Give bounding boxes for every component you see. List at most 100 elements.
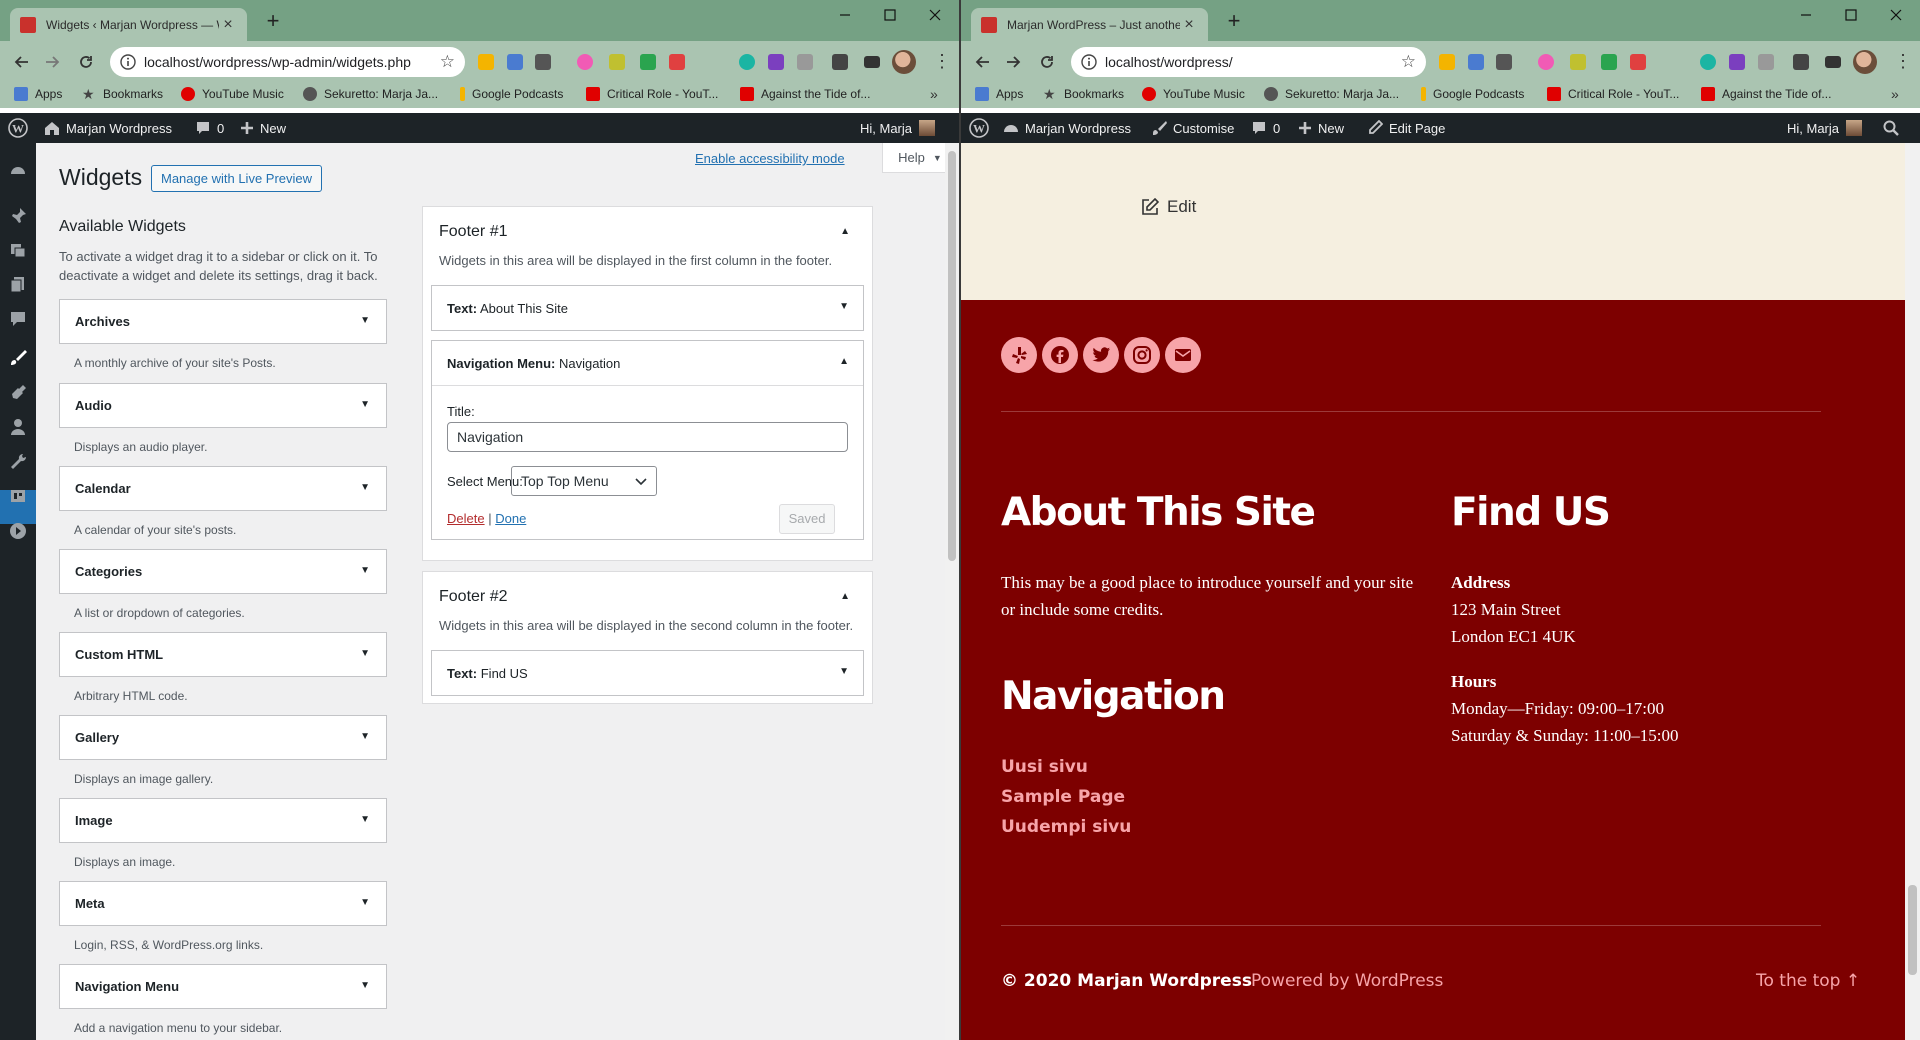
bookmark-sekuretto[interactable]: Sekuretto: Marja Ja... (303, 87, 438, 101)
admin-comments[interactable]: 0 (1251, 113, 1280, 143)
bookmark-bookmarks[interactable]: ★ Bookmarks (1043, 87, 1124, 101)
widget-archives[interactable]: Archives ▼ (59, 299, 387, 344)
extension-icon[interactable] (609, 54, 625, 70)
wp-logo-icon[interactable]: W (8, 113, 28, 143)
tools-wrench-icon[interactable] (9, 453, 27, 471)
caret-down-icon[interactable]: ▼ (360, 897, 370, 908)
widget-header[interactable]: Text: Find US ▼ (432, 651, 863, 695)
comments-icon[interactable] (9, 310, 27, 328)
puzzle-icon[interactable] (1793, 54, 1809, 70)
admin-account[interactable]: Hi, Marja (860, 113, 936, 143)
page-scrollbar[interactable] (1905, 143, 1920, 1040)
to-the-top-link[interactable]: To the top ↑ (1756, 971, 1860, 991)
nav-link-sample-page[interactable]: Sample Page (1001, 787, 1125, 807)
bookmark-star-icon[interactable]: ☆ (1401, 53, 1416, 71)
extension-icon[interactable] (797, 54, 813, 70)
caret-down-icon[interactable]: ▼ (360, 315, 370, 326)
extension-icon[interactable] (507, 54, 523, 70)
nav-link-uusi-sivu[interactable]: Uusi sivu (1001, 757, 1088, 777)
close-tab-icon[interactable]: × (219, 16, 237, 34)
widget-audio[interactable]: Audio ▼ (59, 383, 387, 428)
manage-live-preview-button[interactable]: Manage with Live Preview (151, 165, 323, 192)
extension-icon[interactable] (1538, 54, 1554, 70)
playlist-icon[interactable] (864, 56, 880, 68)
puzzle-icon[interactable] (832, 54, 848, 70)
extension-icon[interactable] (1601, 54, 1617, 70)
admin-search-icon[interactable] (1883, 113, 1899, 143)
bookmark-against-the-tide[interactable]: Against the Tide of... (740, 87, 870, 101)
close-tab-icon[interactable]: × (1180, 16, 1198, 34)
widget-navigation-menu[interactable]: Navigation Menu ▼ (59, 964, 387, 1009)
back-icon[interactable] (971, 50, 995, 74)
collapse-menu-icon[interactable] (9, 522, 27, 540)
bookmark-apps[interactable]: Apps (975, 87, 1023, 101)
select-menu-dropdown[interactable]: Top Top Menu (511, 466, 657, 496)
appearance-brush-icon[interactable] (9, 349, 27, 367)
title-input[interactable]: Navigation (447, 422, 848, 452)
forward-icon[interactable] (40, 50, 64, 74)
more-bookmarks-icon[interactable]: » (930, 86, 938, 102)
info-icon[interactable] (1081, 54, 1097, 70)
admin-new[interactable]: New (1298, 113, 1344, 143)
extension-icon[interactable] (535, 54, 551, 70)
extension-icon[interactable] (1729, 54, 1745, 70)
bookmark-star-icon[interactable]: ☆ (440, 53, 455, 71)
caret-down-icon[interactable]: ▼ (360, 399, 370, 410)
caret-down-icon[interactable]: ▼ (360, 814, 370, 825)
done-link[interactable]: Done (495, 511, 526, 526)
reload-icon[interactable] (1035, 50, 1059, 74)
caret-down-icon[interactable]: ▼ (360, 731, 370, 742)
bookmark-google-podcasts[interactable]: Google Podcasts (1421, 87, 1524, 101)
minimize-icon[interactable] (823, 0, 867, 30)
twitter-icon[interactable] (1083, 337, 1119, 373)
extension-icon[interactable] (739, 54, 755, 70)
extension-icon[interactable] (1758, 54, 1774, 70)
browser-tab[interactable]: Marjan WordPress – Just another WordPres… (971, 8, 1208, 41)
new-tab-icon[interactable]: + (262, 10, 284, 33)
extension-icon[interactable] (669, 54, 685, 70)
caret-down-icon[interactable]: ▼ (360, 482, 370, 493)
widget-image[interactable]: Image ▼ (59, 798, 387, 843)
page-scrollbar[interactable] (945, 143, 959, 1040)
extension-icon[interactable] (1496, 54, 1512, 70)
more-bookmarks-icon[interactable]: » (1891, 86, 1899, 102)
facebook-icon[interactable] (1042, 337, 1078, 373)
powered-by-link[interactable]: Powered by WordPress (1251, 971, 1443, 991)
bookmark-bookmarks[interactable]: ★ Bookmarks (82, 87, 163, 101)
delete-link[interactable]: Delete (447, 511, 485, 526)
extension-icon[interactable] (478, 54, 494, 70)
wp-logo-icon[interactable]: W (969, 113, 989, 143)
bookmark-critical-role[interactable]: Critical Role - YouT... (1547, 87, 1679, 101)
dashboard-icon[interactable] (9, 161, 27, 179)
close-window-icon[interactable] (913, 0, 957, 30)
bookmark-sekuretto[interactable]: Sekuretto: Marja Ja... (1264, 87, 1399, 101)
instagram-icon[interactable] (1124, 337, 1160, 373)
bookmark-against-the-tide[interactable]: Against the Tide of... (1701, 87, 1831, 101)
extension-icon[interactable] (1468, 54, 1484, 70)
minimize-icon[interactable] (1784, 0, 1828, 30)
widget-categories[interactable]: Categories ▼ (59, 549, 387, 594)
scrollbar-thumb[interactable] (948, 151, 956, 561)
posts-pin-icon[interactable] (9, 207, 27, 225)
sidebar-widget-text-find-us[interactable]: Text: Find US ▼ (431, 650, 864, 696)
edit-link[interactable]: Edit (1141, 197, 1196, 217)
more-menu-icon[interactable]: ⋮ (1894, 51, 1912, 73)
browser-tab[interactable]: Widgets ‹ Marjan Wordpress — WordPress × (10, 8, 247, 41)
nav-link-uudempi-sivu[interactable]: Uudempi sivu (1001, 817, 1131, 837)
users-icon[interactable] (9, 418, 27, 436)
back-icon[interactable] (10, 50, 34, 74)
profile-avatar[interactable] (1853, 50, 1877, 74)
bookmark-critical-role[interactable]: Critical Role - YouT... (586, 87, 718, 101)
admin-edit-page[interactable]: Edit Page (1367, 113, 1445, 143)
extension-icon[interactable] (768, 54, 784, 70)
bookmark-youtube-music[interactable]: YouTube Music (1142, 87, 1245, 101)
sidebar-widget-text-about[interactable]: Text: About This Site ▼ (431, 285, 864, 331)
admin-customise[interactable]: Customise (1151, 113, 1234, 143)
widget-header[interactable]: Navigation Menu: Navigation ▲ (432, 341, 863, 385)
admin-site-name[interactable]: Marjan Wordpress (44, 113, 172, 143)
address-bar[interactable]: localhost/wordpress/ ☆ (1071, 47, 1426, 77)
maximize-icon[interactable] (1829, 0, 1873, 30)
scrollbar-thumb[interactable] (1908, 885, 1917, 975)
extension-icon[interactable] (640, 54, 656, 70)
widget-meta[interactable]: Meta ▼ (59, 881, 387, 926)
